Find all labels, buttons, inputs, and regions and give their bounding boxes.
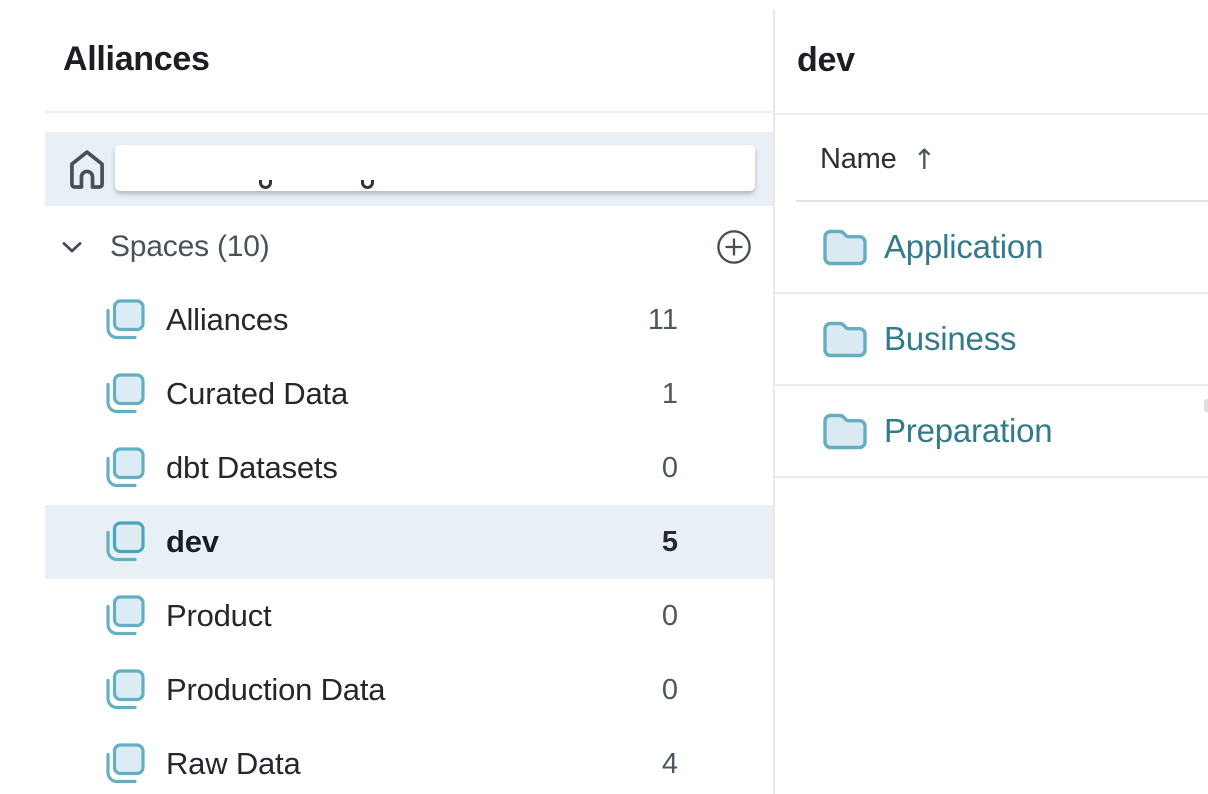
space-label: Production Data: [166, 672, 385, 708]
space-count: 5: [662, 526, 678, 559]
space-icon: [105, 521, 147, 563]
sort-ascending-icon[interactable]: ↑: [913, 143, 936, 176]
folder-link[interactable]: Preparation: [884, 412, 1052, 450]
sidebar-item-dbt-datasets[interactable]: dbt Datasets 0: [45, 431, 773, 505]
space-label: dev: [166, 524, 219, 560]
plus-circle-icon[interactable]: [716, 229, 752, 265]
space-count: 0: [662, 600, 678, 633]
sidebar-item-product[interactable]: Product 0: [45, 579, 773, 653]
column-label: Name: [820, 143, 897, 176]
folder-link[interactable]: Business: [884, 320, 1016, 358]
space-icon: [105, 669, 147, 711]
redaction-overlay: [115, 145, 755, 191]
spaces-section-header[interactable]: Spaces (10): [45, 220, 773, 274]
space-browser-screen: Alliances Spaces (10) Alliances 11: [0, 0, 1208, 794]
space-label: Curated Data: [166, 376, 348, 412]
spaces-section-label: Spaces (10): [110, 230, 270, 264]
space-icon: [105, 299, 147, 341]
space-icon: [105, 743, 147, 785]
folder-icon: [823, 229, 867, 266]
folder-row-business[interactable]: Business: [775, 294, 1208, 386]
folder-link[interactable]: Application: [884, 228, 1043, 266]
space-label: dbt Datasets: [166, 450, 338, 486]
home-icon: [67, 147, 107, 191]
space-count: 1: [662, 378, 678, 411]
space-count: 4: [662, 748, 678, 781]
space-label: Raw Data: [166, 746, 301, 782]
space-label: Product: [166, 598, 271, 634]
space-label: Alliances: [166, 302, 288, 338]
home-row[interactable]: [45, 132, 773, 206]
space-count: 0: [662, 452, 678, 485]
sidebar-item-dev-selected[interactable]: dev 5: [45, 505, 773, 579]
space-count: 11: [648, 304, 678, 337]
sidebar-title: Alliances: [63, 40, 210, 79]
column-header-name[interactable]: Name ↑: [820, 143, 936, 176]
space-count: 0: [662, 674, 678, 707]
main-header-divider: [775, 113, 1208, 115]
folder-icon: [823, 321, 867, 358]
space-icon: [105, 373, 147, 415]
folder-row-application[interactable]: Application: [775, 202, 1208, 294]
sidebar-item-alliances[interactable]: Alliances 11: [45, 283, 773, 357]
sidebar-item-production-data[interactable]: Production Data 0: [45, 653, 773, 727]
sidebar-item-raw-data[interactable]: Raw Data 4: [45, 727, 773, 794]
clipped-edge-element: [1204, 399, 1208, 412]
folder-icon: [823, 413, 867, 450]
page-title: dev: [797, 41, 855, 80]
chevron-down-icon[interactable]: [59, 234, 85, 260]
sidebar-header-divider: [45, 111, 773, 113]
space-icon: [105, 447, 147, 489]
space-icon: [105, 595, 147, 637]
sidebar-item-curated-data[interactable]: Curated Data 1: [45, 357, 773, 431]
folder-row-preparation[interactable]: Preparation: [775, 386, 1208, 478]
